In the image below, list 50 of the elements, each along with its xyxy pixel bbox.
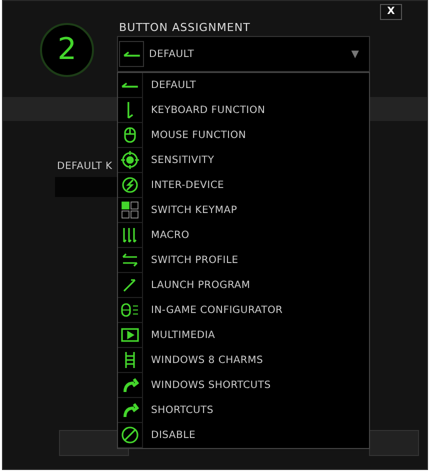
mouse-icon [121, 126, 139, 144]
menu-item-label: SWITCH PROFILE [151, 254, 238, 268]
menu-item[interactable]: LAUNCH PROGRAM [118, 273, 369, 298]
menu-item[interactable]: SENSITIVITY [118, 148, 369, 173]
assignment-dropdown[interactable]: DEFAULT ▼ [117, 36, 370, 72]
menu-item-label: DEFAULT [151, 79, 196, 93]
field-label: DEFAULT K [57, 160, 112, 174]
menu-item[interactable]: SWITCH KEYMAP [118, 198, 369, 223]
section-label: BUTTON ASSIGNMENT [119, 20, 250, 36]
arrow-left-icon [122, 51, 140, 57]
menu-item-label: MACRO [151, 229, 190, 243]
menu-item-label: MOUSE FUNCTION [151, 129, 246, 143]
arrow-down-icon [126, 101, 134, 119]
lightning-circle-icon [121, 176, 139, 194]
menu-item[interactable]: INTER-DEVICE [118, 173, 369, 198]
swap-arrows-icon [121, 251, 139, 269]
dropdown-arrow: ▼ [351, 48, 359, 62]
menu-item-label: WINDOWS SHORTCUTS [151, 379, 271, 393]
close-button[interactable]: X [380, 4, 402, 20]
mouse-list-icon [121, 301, 139, 319]
menu-item[interactable]: MOUSE FUNCTION [118, 123, 369, 148]
grid-icon [121, 201, 139, 219]
menu-item-label: MULTIMEDIA [151, 329, 216, 343]
button-background [369, 430, 419, 456]
menu-item[interactable]: DISABLE [118, 423, 369, 448]
curved-arrow-icon [121, 401, 139, 419]
menu-item-label: DISABLE [151, 429, 196, 443]
menu-item-label: WINDOWS 8 CHARMS [151, 354, 264, 368]
menu-item[interactable]: MULTIMEDIA [118, 323, 369, 348]
menu-item-label: KEYBOARD FUNCTION [151, 104, 266, 118]
dropdown-value: DEFAULT [149, 48, 194, 62]
play-icon [121, 326, 139, 344]
no-sign-icon [121, 426, 139, 444]
menu-item-label: LAUNCH PROGRAM [151, 279, 250, 293]
menu-item[interactable]: WINDOWS SHORTCUTS [118, 373, 369, 398]
menu-item[interactable]: IN-GAME CONFIGURATOR [118, 298, 369, 323]
menu-item[interactable]: SHORTCUTS [118, 398, 369, 423]
curved-arrow-icon [121, 376, 139, 394]
menu-item[interactable]: DEFAULT [118, 73, 369, 98]
menu-item-label: INTER-DEVICE [151, 179, 224, 193]
menu-item[interactable]: MACRO [118, 223, 369, 248]
menu-item-label: SENSITIVITY [151, 154, 214, 168]
menu-item-label: SWITCH KEYMAP [151, 204, 238, 218]
menu-item-label: IN-GAME CONFIGURATOR [151, 304, 283, 318]
target-icon [121, 151, 139, 169]
menu-item[interactable]: WINDOWS 8 CHARMS [118, 348, 369, 373]
menu-item-label: SHORTCUTS [151, 404, 214, 418]
arrow-left-icon [121, 82, 139, 88]
menu-item[interactable]: SWITCH PROFILE [118, 248, 369, 273]
bars-icon [121, 226, 139, 244]
